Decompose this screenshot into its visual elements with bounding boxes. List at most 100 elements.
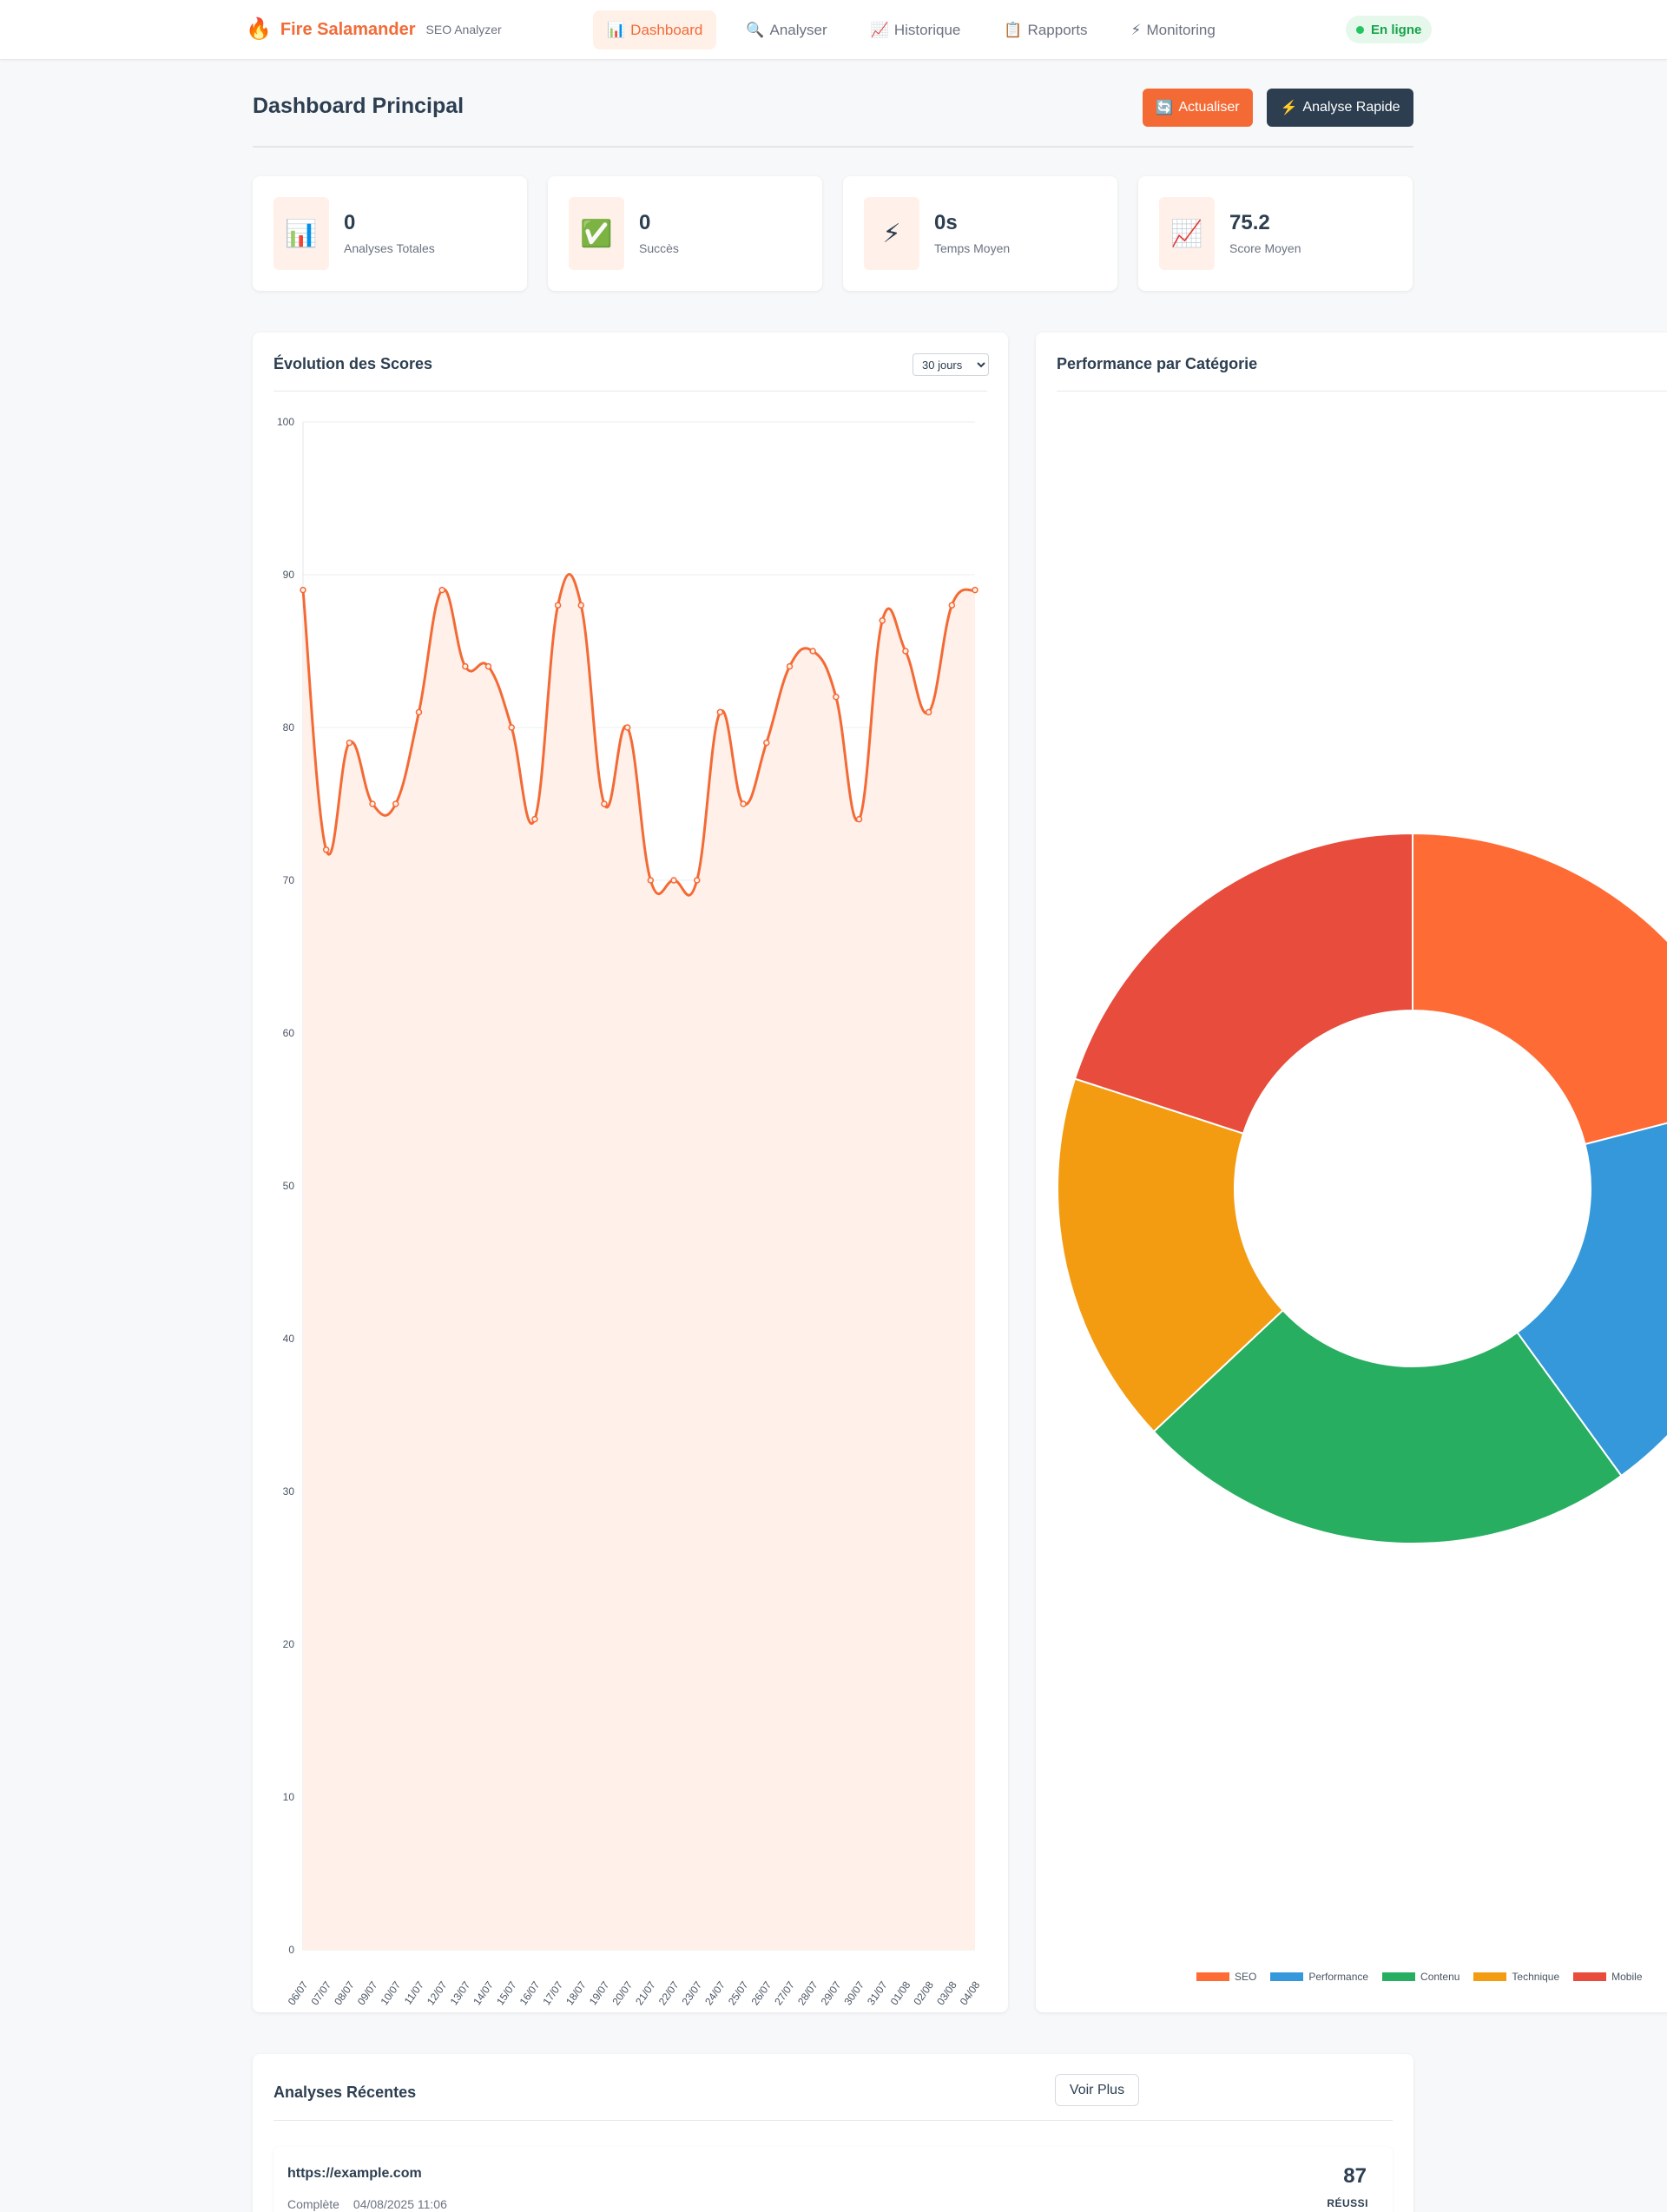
- recent-analyses-panel: Analyses Récentes https://example.com Co…: [253, 2054, 1413, 2212]
- data-point: [740, 800, 747, 807]
- x-tick-label: 19/07: [587, 1978, 612, 2007]
- x-tick-label: 20/07: [609, 1978, 635, 2007]
- data-point: [833, 694, 840, 701]
- y-tick-label: 10: [283, 1791, 295, 1803]
- data-point: [902, 648, 909, 655]
- analysis-url[interactable]: https://example.com: [287, 2166, 422, 2182]
- legend-item[interactable]: Technique: [1473, 1971, 1559, 1983]
- x-tick-label: 08/07: [332, 1978, 357, 2007]
- data-point: [948, 602, 956, 609]
- legend-swatch: [1382, 1972, 1416, 1981]
- legend-label: Contenu: [1420, 1971, 1460, 1983]
- panel-divider: [273, 2120, 1393, 2121]
- analysis-status: Complète: [287, 2197, 339, 2211]
- data-point: [369, 800, 376, 807]
- legend-swatch: [1573, 1972, 1607, 1981]
- y-tick-label: 40: [283, 1333, 295, 1345]
- x-tick-label: 16/07: [517, 1978, 543, 2007]
- score-line-chart: 0 10 20 30 40 50 60 70 80 90 100 06/0707/0708/0709/…: [277, 416, 983, 2007]
- x-tick-label: 07/07: [308, 1978, 333, 2007]
- data-point: [577, 602, 585, 609]
- analysis-score: 87: [1343, 2164, 1367, 2188]
- legend-label: Technique: [1512, 1971, 1560, 1983]
- legend-swatch: [1473, 1972, 1507, 1981]
- x-tick-label: 18/07: [563, 1978, 589, 2007]
- x-tick-label: 15/07: [494, 1978, 519, 2007]
- category-donut-chart: [1057, 832, 1667, 1544]
- data-point: [484, 662, 492, 670]
- data-point: [322, 846, 330, 853]
- y-tick-label: 20: [283, 1638, 295, 1650]
- donut-legend: SEO Performance Contenu Technique Mobile: [1196, 1971, 1648, 1983]
- data-point: [415, 708, 423, 716]
- data-point: [670, 877, 677, 884]
- legend-label: Mobile: [1611, 1971, 1643, 1983]
- y-tick-label: 30: [283, 1485, 295, 1498]
- data-point: [763, 739, 770, 747]
- x-tick-label: 03/08: [934, 1978, 959, 2007]
- data-point: [392, 800, 399, 807]
- data-point: [300, 586, 306, 594]
- y-tick-label: 0: [288, 1944, 294, 1956]
- x-tick-label: 02/08: [911, 1978, 936, 2007]
- data-point: [531, 815, 538, 823]
- legend-item[interactable]: SEO: [1196, 1971, 1256, 1983]
- x-tick-label: 29/07: [819, 1978, 844, 2007]
- x-tick-label: 27/07: [772, 1978, 797, 2007]
- data-point: [346, 739, 353, 747]
- y-tick-label: 50: [283, 1180, 295, 1192]
- donut-slice-mobile: [1073, 832, 1413, 1135]
- data-point: [438, 586, 445, 594]
- panel-title: Analyses Récentes: [273, 2084, 417, 2101]
- x-tick-label: 31/07: [865, 1978, 890, 2007]
- data-point: [925, 708, 932, 716]
- data-point: [601, 800, 608, 807]
- x-tick-label: 14/07: [471, 1978, 496, 2007]
- analysis-date: 04/08/2025 11:06: [353, 2197, 447, 2211]
- analysis-result-badge: RÉUSSI: [1327, 2197, 1368, 2209]
- x-tick-label: 21/07: [633, 1978, 658, 2007]
- analysis-meta: Complète 04/08/2025 11:06: [287, 2197, 447, 2211]
- y-tick-label: 90: [283, 569, 295, 581]
- data-point: [508, 724, 515, 731]
- x-tick-label: 28/07: [795, 1978, 820, 2007]
- legend-item[interactable]: Contenu: [1382, 1971, 1459, 1983]
- y-tick-label: 70: [283, 874, 295, 886]
- donut-slice-seo: [1412, 832, 1667, 1146]
- legend-label: SEO: [1235, 1971, 1257, 1983]
- data-point: [786, 662, 794, 670]
- legend-swatch: [1270, 1972, 1304, 1981]
- x-tick-label: 10/07: [379, 1978, 404, 2007]
- x-tick-label: 22/07: [656, 1978, 682, 2007]
- charts-canvas: 0 10 20 30 40 50 60 70 80 90 100 06/0707/0708/0709/…: [277, 416, 1667, 2007]
- legend-item[interactable]: Performance: [1270, 1971, 1368, 1983]
- x-tick-label: 06/07: [286, 1978, 311, 2007]
- data-point: [554, 602, 562, 609]
- x-tick-label: 01/08: [888, 1978, 913, 2007]
- see-more-button[interactable]: Voir Plus: [1055, 2074, 1139, 2106]
- x-tick-label: 25/07: [726, 1978, 751, 2007]
- x-tick-label: 13/07: [448, 1978, 473, 2007]
- data-point: [693, 877, 701, 884]
- data-point: [972, 586, 978, 594]
- data-point: [647, 877, 655, 884]
- data-point: [879, 617, 886, 624]
- y-tick-label: 60: [283, 1027, 295, 1039]
- recent-analysis-item[interactable]: https://example.com Complète 04/08/2025 …: [273, 2147, 1393, 2212]
- x-tick-label: 17/07: [540, 1978, 565, 2007]
- x-tick-label: 12/07: [425, 1978, 450, 2007]
- x-tick-label: 11/07: [402, 1978, 426, 2006]
- legend-item[interactable]: Mobile: [1573, 1971, 1643, 1983]
- data-point: [855, 815, 863, 823]
- y-tick-label: 80: [283, 721, 295, 734]
- x-tick-label: 24/07: [702, 1978, 728, 2007]
- y-tick-label: 100: [277, 416, 294, 428]
- data-point: [809, 648, 816, 655]
- data-point: [623, 724, 631, 731]
- legend-label: Performance: [1308, 1971, 1369, 1983]
- x-tick-label: 04/08: [958, 1978, 983, 2007]
- data-point: [716, 708, 724, 716]
- x-tick-label: 23/07: [679, 1978, 704, 2007]
- x-tick-label: 30/07: [841, 1978, 866, 2007]
- legend-swatch: [1196, 1972, 1229, 1981]
